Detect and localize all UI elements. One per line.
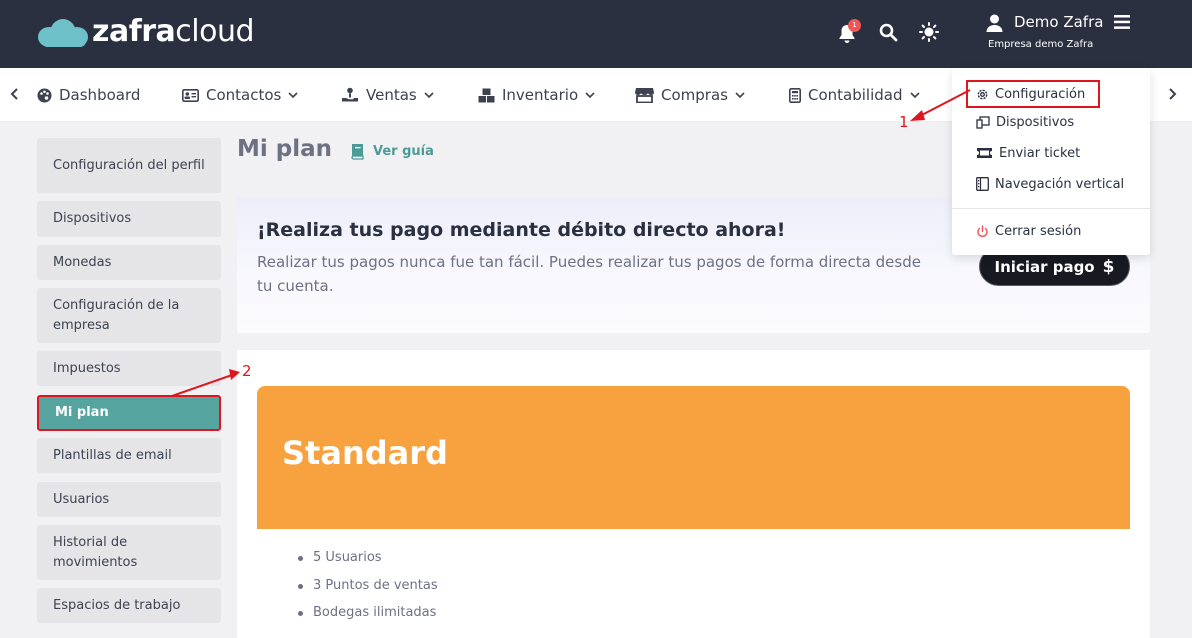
chevron-down-icon <box>585 92 595 99</box>
plan-feature: 5 Usuarios <box>298 550 438 578</box>
menu-item-enviar-ticket[interactable]: Enviar ticket <box>976 142 1080 164</box>
banner-title: ¡Realiza tus pago mediante débito direct… <box>257 219 786 241</box>
nav-contactos[interactable]: Contactos <box>182 68 298 122</box>
sidebar-item-historial[interactable]: Historial de movimientos <box>37 525 221 580</box>
hamburger-icon[interactable] <box>1114 15 1130 29</box>
top-bar: zafracloud 1 Demo Zafra Empresa demo Zaf… <box>0 0 1192 68</box>
chevron-down-icon <box>735 92 745 99</box>
menu-item-dispositivos[interactable]: Dispositivos <box>976 111 1074 133</box>
user-name[interactable]: Demo Zafra <box>1014 13 1103 31</box>
chevron-down-icon <box>909 92 920 99</box>
menu-item-label: Configuración <box>995 86 1086 102</box>
sun-icon[interactable] <box>919 22 939 42</box>
nav-label: Ventas <box>366 86 417 104</box>
guide-link[interactable]: Ver guía <box>350 143 434 160</box>
annotation-label-1: 1 <box>899 113 909 131</box>
nav-label: Contabilidad <box>808 86 903 104</box>
ticket-icon <box>977 148 992 158</box>
sidebar-item-empresa[interactable]: Configuración de la empresa <box>37 288 221 343</box>
sidebar-item-perfil[interactable]: Configuración del perfil <box>37 138 221 193</box>
nav-label: Compras <box>661 86 728 104</box>
boxes-icon <box>478 88 495 102</box>
calculator-icon <box>789 87 801 103</box>
menu-item-label: Enviar ticket <box>999 145 1081 161</box>
sidebar-item-mi-plan[interactable]: Mi plan <box>37 395 221 431</box>
menu-divider <box>952 208 1150 209</box>
nav-ventas[interactable]: Ventas <box>341 68 434 122</box>
chevron-left-icon[interactable] <box>9 86 21 102</box>
plan-name: Standard <box>282 434 448 472</box>
store-icon <box>635 88 654 103</box>
sidebar-item-label: Mi plan <box>55 405 109 420</box>
sidebar-item-espacios[interactable]: Espacios de trabajo <box>37 588 221 623</box>
book-icon <box>351 144 364 160</box>
guide-label: Ver guía <box>373 144 434 159</box>
sidebar-item-dispositivos[interactable]: Dispositivos <box>37 201 221 237</box>
power-icon <box>977 224 988 237</box>
dollar-icon: $ <box>1102 256 1115 277</box>
user-icon[interactable] <box>986 14 1003 32</box>
sidebar-item-label: Configuración de la empresa <box>53 297 180 333</box>
chevron-down-icon <box>288 92 298 99</box>
menu-item-configuracion[interactable]: Configuración <box>966 80 1100 108</box>
plan-header: Standard <box>257 386 1130 529</box>
plan-feature: Bodegas ilimitadas <box>298 605 438 633</box>
palette-icon <box>37 88 52 102</box>
nav-inventario[interactable]: Inventario <box>478 68 595 122</box>
annotation-label-2: 2 <box>242 362 252 380</box>
nav-compras[interactable]: Compras <box>635 68 745 122</box>
nav-label: Dashboard <box>59 86 141 104</box>
id-card-icon <box>182 88 199 102</box>
menu-item-cerrar-sesion[interactable]: Cerrar sesión <box>976 220 1081 242</box>
sidebar-item-label: Impuestos <box>53 360 121 376</box>
sidebar-item-label: Dispositivos <box>53 211 132 226</box>
page-title: Mi plan <box>237 136 333 162</box>
sidebar-layout-icon <box>976 177 989 191</box>
sidebar-item-label: Usuarios <box>53 491 110 507</box>
plan-feature: 3 Puntos de ventas <box>298 578 438 606</box>
logo[interactable]: zafracloud <box>38 14 255 49</box>
user-dropdown-menu: Configuración Dispositivos Enviar ticket… <box>952 68 1150 255</box>
menu-item-label: Cerrar sesión <box>995 223 1082 239</box>
chevron-down-icon <box>424 92 434 99</box>
sidebar-item-impuestos[interactable]: Impuestos <box>37 351 221 386</box>
nav-dashboard[interactable]: Dashboard <box>37 68 140 122</box>
nav-label: Contactos <box>206 86 282 104</box>
menu-item-label: Dispositivos <box>996 114 1075 130</box>
notification-badge: 1 <box>848 19 861 32</box>
sidebar-item-monedas[interactable]: Monedas <box>37 245 221 280</box>
logo-text: zafracloud <box>92 14 255 49</box>
menu-item-navegacion-vertical[interactable]: Navegación vertical <box>976 173 1124 195</box>
hand-coin-icon <box>342 87 358 102</box>
nav-label: Inventario <box>502 86 579 104</box>
sidebar-item-label: Espacios de trabajo <box>53 597 181 613</box>
sidebar-item-label: Monedas <box>53 254 112 270</box>
cloud-logo-icon <box>38 15 90 49</box>
sidebar-item-plantillas[interactable]: Plantillas de email <box>37 438 221 473</box>
sidebar-item-label: Configuración del perfil <box>53 157 205 173</box>
banner-text: Realizar tus pagos nunca fue tan fácil. … <box>257 253 921 295</box>
company-name: Empresa demo Zafra <box>988 39 1094 50</box>
sidebar-item-label: Plantillas de email <box>53 447 172 463</box>
sidebar-item-usuarios[interactable]: Usuarios <box>37 482 221 517</box>
search-icon[interactable] <box>879 23 898 42</box>
sidebar-item-label: Historial de movimientos <box>53 534 138 570</box>
plan-card: Standard 5 Usuarios 3 Puntos de ventas B… <box>237 350 1150 638</box>
gear-icon <box>977 89 988 99</box>
plan-features: 5 Usuarios 3 Puntos de ventas Bodegas il… <box>298 550 438 633</box>
devices-icon <box>976 115 990 129</box>
chevron-right-icon[interactable] <box>1166 86 1178 102</box>
button-label: Iniciar pago <box>994 257 1095 276</box>
menu-item-label: Navegación vertical <box>995 176 1125 192</box>
